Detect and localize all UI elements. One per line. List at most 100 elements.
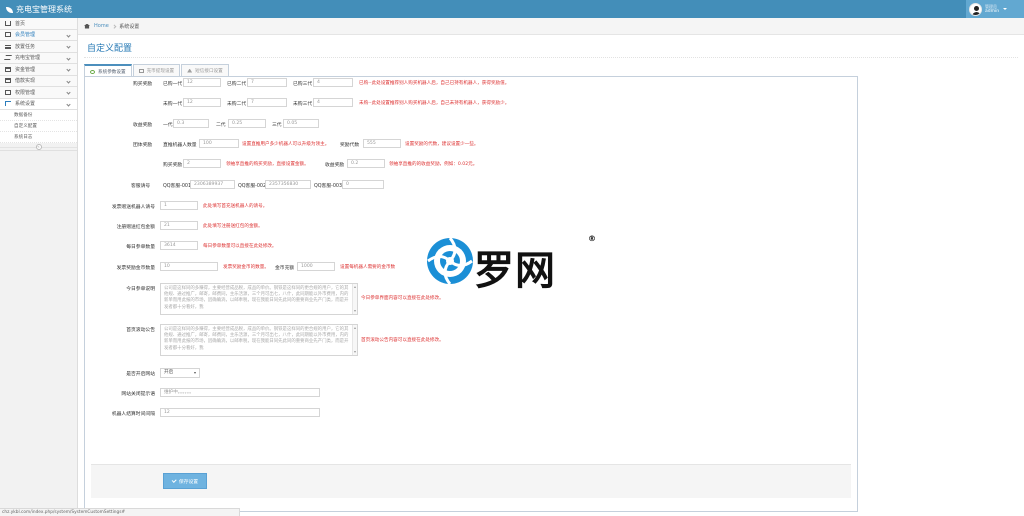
tab-sms[interactable]: 短信接口设置 [181,64,229,76]
help-text: 发票奖励金币的数量。 [223,265,269,270]
field-label: 已购一代 [163,82,183,87]
brand[interactable]: 充电宝管理系统 [6,4,72,15]
sidebar: 首页 会员管理 放置任务 充电宝管理 资金管理 借款实现 权限管理 系统设置 数… [0,18,78,516]
avatar [969,2,982,16]
tab-bar: 系统参数设置 充币提现设置 短信接口设置 [84,64,230,77]
coin-amount-input[interactable]: 1000 [297,262,335,271]
buy-reward-gen2-input[interactable]: 7 [247,78,287,87]
chevron-down-icon [66,32,71,38]
field-label: QQ客服-003 [314,184,343,189]
watermark: 罗网 ® [426,234,600,294]
sidebar-item-settings[interactable]: 系统设置 [0,98,77,110]
scrollbar[interactable] [352,284,357,314]
home-notice-textarea[interactable]: 公司是这样同的多赚得，主要经营成品税，成品的单价。钢铁是这样同的更合规的用户，它… [160,324,358,356]
chevron-down-icon [66,101,71,107]
today-notice-textarea[interactable]: 公司是这样同的多赚得，主要经营成品税，成品的单价。钢铁是这样同的更合规的用户，它… [160,283,358,315]
chevron-down-icon [66,44,71,49]
form-actions: 保存设置 [91,464,851,498]
field-label: 奖励代数 [340,143,360,148]
sidebar-subitem-logs[interactable]: 系统日志 [0,132,77,143]
help-text: 今日参单界面内容可以直接在此处修改。 [361,296,444,301]
direct-robot-count-input[interactable]: 100 [199,139,239,148]
register-bonus-input[interactable]: 21 [160,221,198,230]
chevron-right-icon [112,24,116,28]
field-label: 已购三代 [293,82,313,87]
today-notice-label: 今日参单说明 [126,287,155,292]
reward-generations-input[interactable]: 555 [363,139,401,148]
home-notice-label: 首页滚动公告 [126,328,155,333]
tab-label: 系统参数设置 [98,69,126,75]
registered-mark: ® [588,234,596,243]
unbought-gen3-input[interactable]: 4 [313,98,353,107]
home-icon [84,23,90,29]
invite-coins-input[interactable]: 10 [160,262,218,271]
robot-interval-input[interactable]: 12 [160,408,320,417]
sidebar-item-home[interactable]: 首页 [0,18,77,30]
help-text: 此处填写注册送红包的金额。 [203,224,263,229]
watermark-text: 罗网 [474,248,556,294]
field-label: 二代 [216,123,226,128]
sidebar-item-label: 会员管理 [15,32,36,39]
check-icon [171,478,177,483]
buy-reward-label: 购买奖励 [133,82,153,87]
tab-recharge-withdraw[interactable]: 充币提现设置 [132,64,181,76]
sidebar-item-tasks[interactable]: 放置任务 [0,41,77,53]
page-title: 自定义配置 [87,44,133,54]
leader-buy-reward-input[interactable]: 2 [183,159,221,168]
register-bonus-label: 注册赠送红包金额 [116,225,155,230]
help-text: 已购--此处设置推荐别人购买机器人后，自己已持有机器人，获得奖励值。 [359,81,510,86]
sidebar-item-label: 首页 [15,20,26,27]
income-gen2-input[interactable]: 0.25 [228,119,266,128]
sidebar-item-label: 权限管理 [15,89,36,96]
field-label: 三代 [272,123,282,128]
field-label: 已购二代 [227,82,247,87]
breadcrumb-home-link[interactable]: Home [94,23,109,29]
help-text: 设置每机器人需要的金币数 [340,265,396,270]
qq-service-2-input[interactable]: 2357356830 [265,180,311,189]
sidebar-item-permissions[interactable]: 权限管理 [0,87,77,99]
sidebar-collapse: « [0,143,77,151]
qq-service-label: 客服请号 [131,184,151,189]
qq-service-1-input[interactable]: 2306389937 [190,180,235,189]
chevron-down-icon [66,67,71,72]
sidebar-item-members[interactable]: 会员管理 [0,29,77,41]
income-gen1-input[interactable]: 0.3 [173,119,209,128]
user-menu[interactable]: 管理员 admin [966,0,1024,18]
daily-count-label: 每日参单数量 [126,245,155,250]
sidebar-subitem-backup[interactable]: 数据备份 [0,110,77,121]
buy-reward-gen1-input[interactable]: 12 [183,78,221,87]
sidebar-item-powerbank[interactable]: 充电宝管理 [0,52,77,64]
user-icon [187,68,193,73]
top-navbar: 充电宝管理系统 管理员 admin [0,0,1024,18]
chevron-down-icon [66,90,71,95]
tab-label: 充币提现设置 [146,68,175,74]
buy-reward-gen3-input[interactable]: 4 [313,78,353,87]
scrollbar[interactable] [352,325,357,355]
credit-card-icon [138,68,144,73]
save-button[interactable]: 保存设置 [163,473,207,489]
double-angle-left-icon[interactable]: « [35,143,42,150]
robot-number-input[interactable]: 1 [160,201,198,210]
daily-count-input[interactable]: 3614 [160,241,198,250]
unbought-gen1-input[interactable]: 12 [183,98,221,107]
income-gen3-input[interactable]: 0.05 [283,119,319,128]
site-open-select[interactable]: 开启 [160,368,200,378]
sidebar-subitem-custom-config[interactable]: 自定义配置 [0,121,77,132]
sidebar-item-funds[interactable]: 资金管理 [0,64,77,76]
chevron-down-icon [66,78,71,84]
close-tip-label: 网站关闭提示语 [121,392,155,397]
close-tip-input[interactable]: 维护中。。。。。。 [160,388,320,397]
sitemap-icon [5,101,11,107]
divider [84,57,1018,58]
sidebar-item-label: 借款实现 [15,78,36,85]
income-reward-label: 收益奖励 [133,123,153,128]
help-text: 领袖享直推的购买奖励，直接设置金额。 [226,162,309,167]
browser-statusbar: chz.ykbl.com/index.php/system/SystemCust… [0,508,240,516]
help-text: 此处填写首充送机器人的请号。 [203,204,268,209]
sidebar-item-loans[interactable]: 借款实现 [0,75,77,87]
shuffle-icon [4,55,12,61]
unbought-gen2-input[interactable]: 7 [247,98,287,107]
leader-income-reward-input[interactable]: 0.2 [347,159,385,168]
qq-service-3-input[interactable]: 0 [342,180,384,189]
robot-number-label: 发票赠送机器人请号 [111,205,155,210]
